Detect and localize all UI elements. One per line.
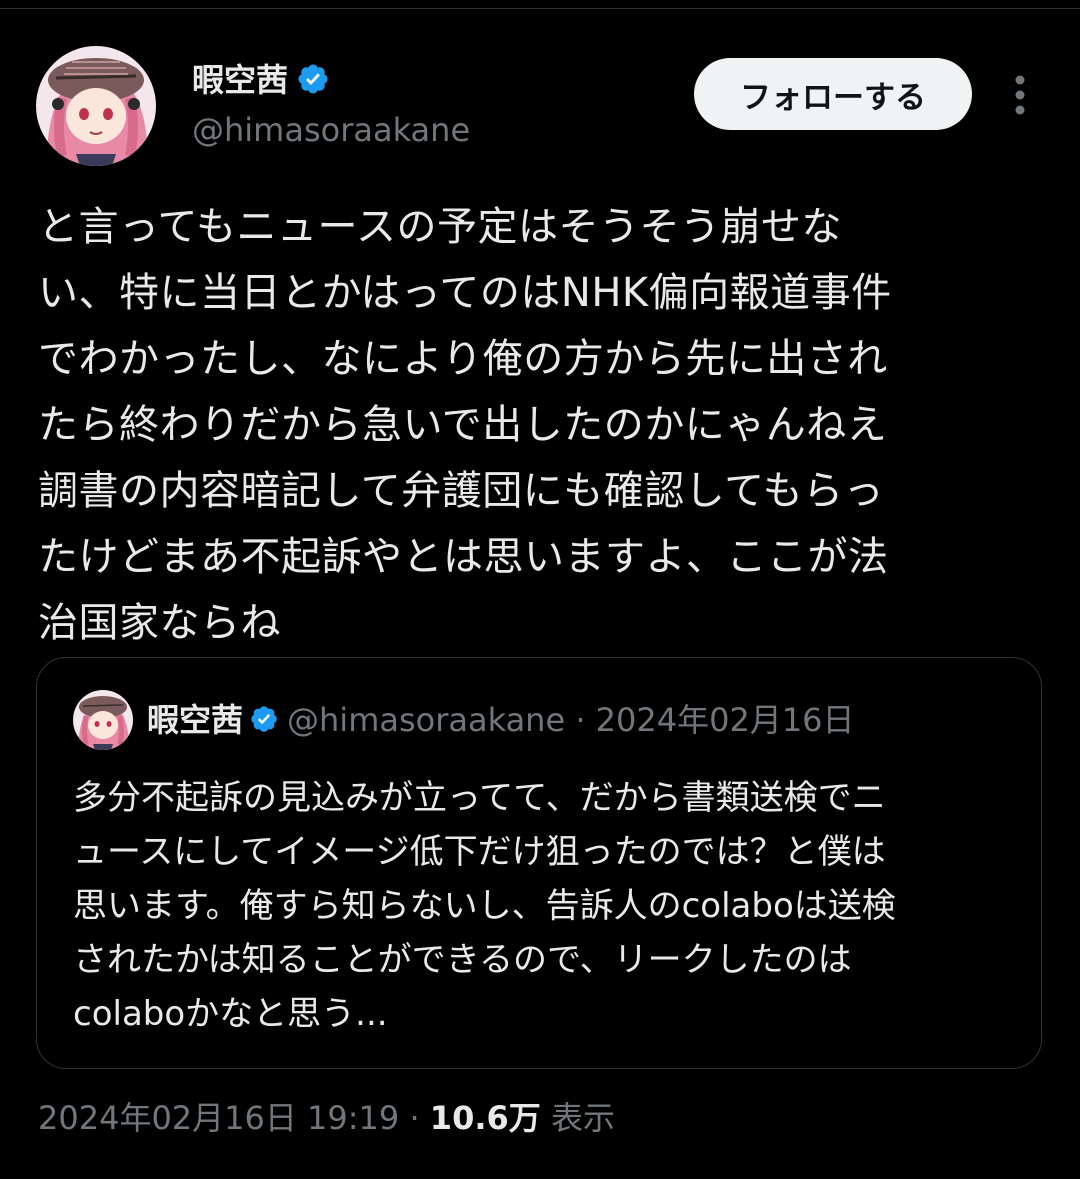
meta-separator: ·: [409, 1099, 420, 1137]
author-display-name-text: 暇空茜: [192, 61, 289, 99]
verified-badge-icon: [251, 706, 277, 732]
quote-avatar-image: [73, 690, 133, 750]
top-divider: [0, 8, 1080, 9]
quote-author-avatar[interactable]: [73, 690, 133, 750]
author-display-name[interactable]: 暇空茜: [192, 58, 330, 102]
quote-tweet-card[interactable]: 暇空茜 @himasoraakane · 2024年02月16日 多分不起訴の見込…: [36, 657, 1042, 1069]
quote-author-handle[interactable]: @himasoraakane: [287, 701, 565, 739]
tweet-timestamp[interactable]: 2024年02月16日 19:19: [38, 1099, 399, 1137]
tweet-meta: 2024年02月16日 19:19 · 10.6万 表示: [38, 1094, 615, 1142]
quote-author-display-name[interactable]: 暇空茜: [147, 701, 243, 739]
quote-date[interactable]: 2024年02月16日: [596, 701, 855, 739]
views-label: 表示: [550, 1099, 615, 1137]
avatar-image: [36, 46, 156, 166]
quote-tweet-text: 多分不起訴の見込みが立ってて、だから書類送検でニ ュースにしてイメージ低下だけ狙…: [73, 778, 896, 1034]
follow-button[interactable]: フォローする: [694, 58, 972, 130]
more-options-glyph: [1015, 75, 1025, 115]
author-handle[interactable]: @himasoraakane: [192, 108, 470, 152]
tweet-text: と言ってもニュースの予定はそうそう崩せな い、特に当日とかはってのはNHK偏向報…: [38, 204, 892, 646]
quote-header: 暇空茜 @himasoraakane · 2024年02月16日: [147, 698, 855, 742]
views-count[interactable]: 10.6万: [430, 1099, 541, 1137]
quote-separator: ·: [575, 701, 586, 739]
more-options-icon[interactable]: [1004, 74, 1036, 116]
verified-badge-icon: [298, 64, 328, 94]
author-avatar[interactable]: [36, 46, 156, 166]
